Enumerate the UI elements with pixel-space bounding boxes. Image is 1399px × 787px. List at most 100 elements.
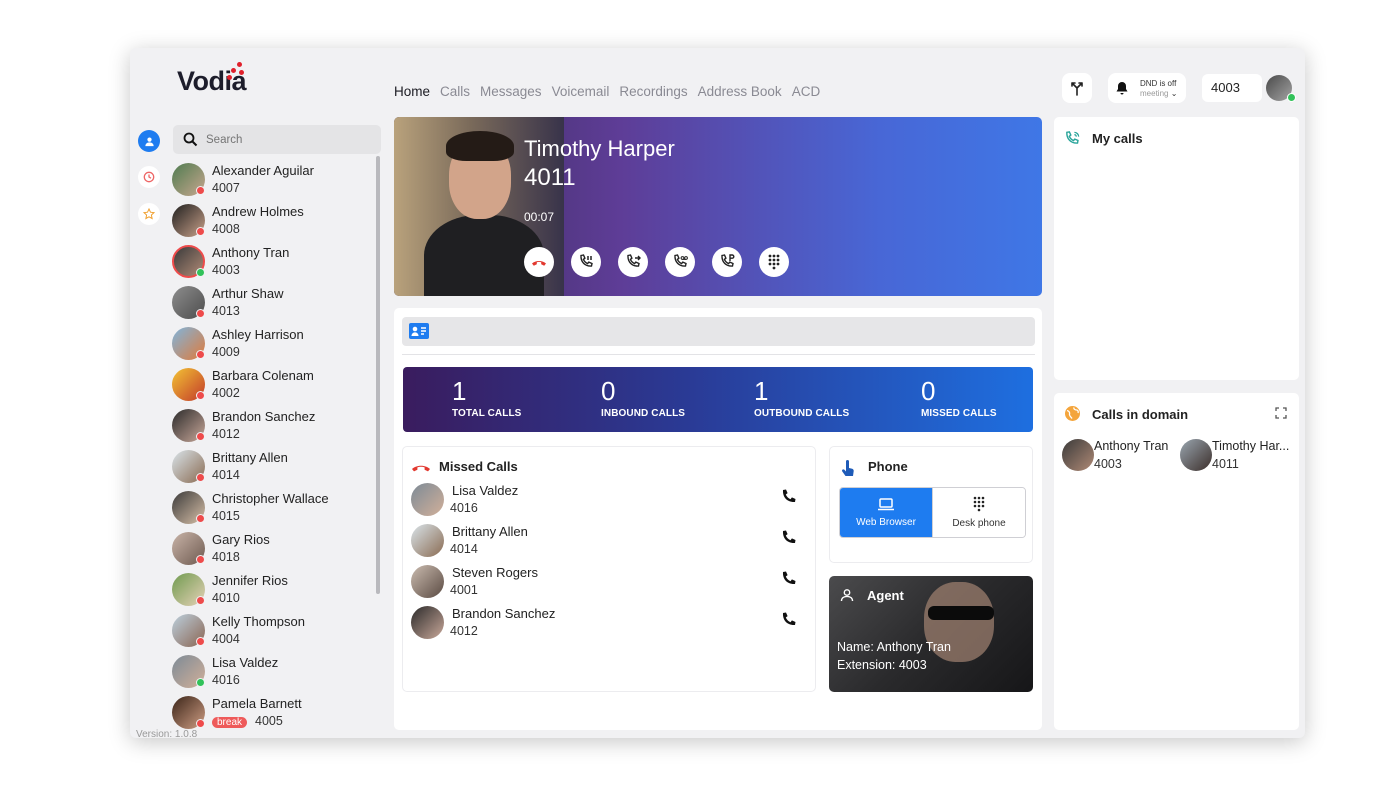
missed-caller-ext: 4016	[450, 501, 478, 515]
contact-item[interactable]: Kelly Thompson 4004	[170, 611, 380, 652]
status-dot	[196, 555, 205, 564]
nav-messages[interactable]: Messages	[480, 84, 542, 99]
contact-item[interactable]: Alexander Aguilar 4007	[170, 160, 380, 201]
call-back-icon[interactable]	[780, 611, 798, 629]
stat-inbound-calls: 0 INBOUND CALLS	[601, 376, 685, 419]
voicemail-transfer-button[interactable]	[665, 247, 695, 277]
contact-search[interactable]	[173, 125, 381, 154]
stat-label: OUTBOUND CALLS	[754, 408, 850, 419]
globe-icon	[1065, 406, 1080, 421]
contact-item[interactable]: Jennifer Rios 4010	[170, 570, 380, 611]
contact-ext: 4013	[212, 304, 240, 318]
rail-favorites-button[interactable]	[138, 203, 160, 225]
status-dot	[196, 350, 205, 359]
avatar	[411, 606, 444, 639]
domain-call-item[interactable]: Anthony Tran 4003	[1062, 439, 1182, 473]
contact-item[interactable]: Pamela Barnett break 4005	[170, 693, 380, 734]
user-online-status	[1287, 93, 1296, 102]
contact-item[interactable]: Christopher Wallace 4015	[170, 488, 380, 529]
stat-value: 0	[921, 376, 936, 406]
transfer-button[interactable]	[618, 247, 648, 277]
contact-ext: 4009	[212, 345, 240, 359]
domain-call-item[interactable]: Timothy Har... 4011	[1180, 439, 1300, 473]
phone-mode-toggle: Web Browser Desk phone	[839, 487, 1026, 538]
contact-item[interactable]: Anthony Tran 4003	[170, 242, 380, 283]
agent-photo-detail	[928, 606, 994, 620]
missed-caller-name: Brandon Sanchez	[452, 606, 556, 621]
agent-title: Agent	[867, 588, 904, 603]
contact-ext: 4004	[212, 632, 240, 646]
contact-name: Kelly Thompson	[212, 614, 305, 629]
status-dot	[196, 514, 205, 523]
contact-ext: 4002	[212, 386, 240, 400]
contact-item[interactable]: Brittany Allen 4014	[170, 447, 380, 488]
missed-calls-widget: Missed Calls Lisa Valdez 4016 Brittany A…	[402, 446, 816, 692]
main-nav: Home Calls Messages Voicemail Recordings…	[394, 84, 820, 99]
hangup-icon	[532, 261, 546, 266]
missed-call-row: Brittany Allen 4014	[411, 524, 807, 565]
call-routing-button[interactable]	[1062, 73, 1092, 103]
agent-extension: Extension: 4003	[837, 658, 927, 672]
nav-home[interactable]: Home	[394, 84, 430, 99]
call-back-icon[interactable]	[780, 570, 798, 588]
dialpad-icon	[973, 496, 985, 512]
dialpad-button[interactable]	[759, 247, 789, 277]
contact-name: Christopher Wallace	[212, 491, 329, 506]
expand-icon[interactable]	[1275, 407, 1287, 419]
call-back-icon[interactable]	[780, 529, 798, 547]
contact-ext: 4018	[212, 550, 240, 564]
dnd-status: DND is off	[1140, 78, 1177, 88]
hold-button[interactable]	[571, 247, 601, 277]
contact-name: Pamela Barnett	[212, 696, 302, 711]
contact-item[interactable]: Gary Rios 4018	[170, 529, 380, 570]
missed-call-row: Steven Rogers 4001	[411, 565, 807, 606]
rail-recent-button[interactable]	[138, 166, 160, 188]
contact-name: Barbara Colenam	[212, 368, 314, 383]
nav-address-book[interactable]: Address Book	[698, 84, 782, 99]
contact-item[interactable]: Lisa Valdez 4016	[170, 652, 380, 693]
missed-call-row: Lisa Valdez 4016	[411, 483, 807, 524]
nav-acd[interactable]: ACD	[792, 84, 821, 99]
star-icon	[143, 208, 155, 220]
contact-item[interactable]: Arthur Shaw 4013	[170, 283, 380, 324]
contact-name: Alexander Aguilar	[212, 163, 314, 178]
nav-voicemail[interactable]: Voicemail	[552, 84, 610, 99]
contact-card-bar[interactable]	[402, 317, 1035, 346]
caller-name: Timothy Harper	[524, 136, 675, 161]
stat-value: 0	[601, 376, 616, 406]
contact-item[interactable]: Andrew Holmes 4008	[170, 201, 380, 242]
stat-missed-calls: 0 MISSED CALLS	[921, 376, 997, 419]
contact-name: Jennifer Rios	[212, 573, 288, 588]
status-dot	[196, 227, 205, 236]
phone-title: Phone	[868, 459, 908, 474]
dnd-toggle[interactable]: DND is off meeting ⌄	[1108, 73, 1186, 103]
nav-recordings[interactable]: Recordings	[619, 84, 687, 99]
active-call-card: Timothy Harper 4011 00:07	[394, 117, 1042, 296]
contact-name: Lisa Valdez	[212, 655, 279, 670]
search-input[interactable]	[206, 133, 356, 146]
extension-display[interactable]: 4003	[1202, 74, 1262, 102]
app-window: Vodia Home Calls Messages Voicemail Reco…	[130, 48, 1305, 738]
contact-item[interactable]: Ashley Harrison 4009	[170, 324, 380, 365]
hangup-button[interactable]	[524, 247, 554, 277]
contact-ext: 4014	[212, 468, 240, 482]
park-button[interactable]	[712, 247, 742, 277]
web-browser-option[interactable]: Web Browser	[840, 488, 932, 537]
contact-name: Arthur Shaw	[212, 286, 284, 301]
domain-caller-ext: 4003	[1094, 457, 1122, 471]
logo-dots-icon	[225, 62, 247, 84]
call-back-icon[interactable]	[780, 488, 798, 506]
transfer-icon	[627, 254, 641, 267]
contact-ext: 4016	[212, 673, 240, 687]
dialpad-icon	[768, 254, 780, 270]
contact-item[interactable]: Brandon Sanchez 4012	[170, 406, 380, 447]
rail-contacts-button[interactable]	[138, 130, 160, 152]
contact-list-scrollbar[interactable]	[376, 156, 380, 594]
dnd-mode-select[interactable]: meeting ⌄	[1140, 89, 1177, 98]
contact-name: Brittany Allen	[212, 450, 288, 465]
nav-calls[interactable]: Calls	[440, 84, 470, 99]
desk-phone-option[interactable]: Desk phone	[932, 488, 1025, 537]
contact-item[interactable]: Barbara Colenam 4002	[170, 365, 380, 406]
dashboard-panel: 1 TOTAL CALLS 0 INBOUND CALLS 1 OUTBOUND…	[394, 308, 1042, 730]
caller-extension: 4011	[524, 164, 576, 191]
